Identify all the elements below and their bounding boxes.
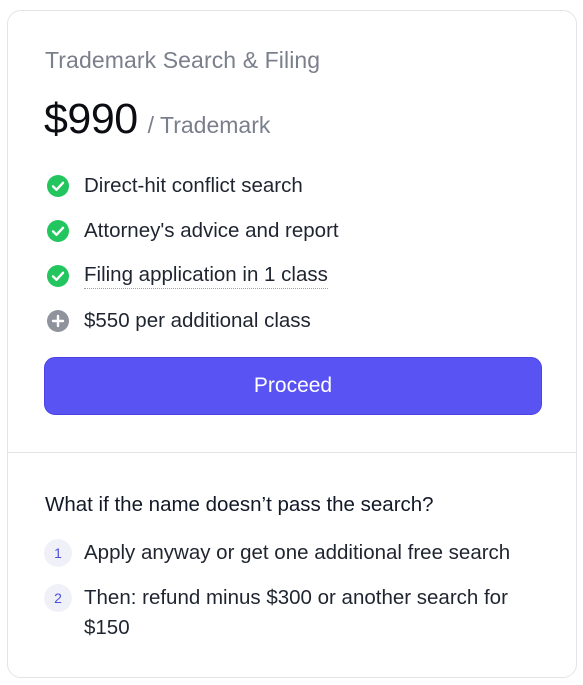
price-amount: $990 — [44, 95, 138, 143]
feature-item: Attorney's advice and report — [46, 208, 339, 253]
check-circle-icon — [47, 219, 69, 242]
feature-item: Filing application in 1 class — [46, 253, 339, 298]
faq-steps: 1 Apply anyway or get one additional fre… — [44, 538, 554, 658]
plan-title: Trademark Search & Filing — [45, 47, 321, 73]
feature-label-tooltip[interactable]: Filing application in 1 class — [84, 263, 328, 289]
feature-list: Direct-hit conflict search Attorney's ad… — [46, 163, 339, 343]
step-text: Apply anyway or get one additional free … — [84, 541, 511, 564]
section-divider — [8, 452, 576, 453]
feature-label: Attorney's advice and report — [84, 218, 339, 242]
price-row: $990 / Trademark — [44, 95, 270, 144]
proceed-button[interactable]: Proceed — [44, 357, 542, 415]
faq-question: What if the name doesn’t pass the search… — [45, 493, 434, 516]
pricing-card: Trademark Search & Filing $990 / Tradema… — [7, 10, 577, 678]
step-text: Then: refund minus $300 or another searc… — [84, 586, 508, 639]
feature-label: Direct-hit conflict search — [84, 173, 303, 197]
feature-item: Direct-hit conflict search — [46, 163, 339, 208]
pricing-section: Trademark Search & Filing $990 / Tradema… — [8, 11, 576, 452]
price-unit: / Trademark — [147, 112, 271, 138]
feature-item: $550 per additional class — [46, 298, 339, 343]
step-item: 2 Then: refund minus $300 or another sea… — [44, 583, 554, 643]
feature-label: $550 per additional class — [84, 308, 311, 332]
check-circle-icon — [47, 264, 69, 287]
step-number-badge: 2 — [44, 584, 72, 612]
step-number-badge: 1 — [44, 539, 72, 567]
step-item: 1 Apply anyway or get one additional fre… — [44, 538, 554, 568]
check-circle-icon — [47, 174, 69, 197]
plus-circle-icon — [47, 309, 69, 332]
